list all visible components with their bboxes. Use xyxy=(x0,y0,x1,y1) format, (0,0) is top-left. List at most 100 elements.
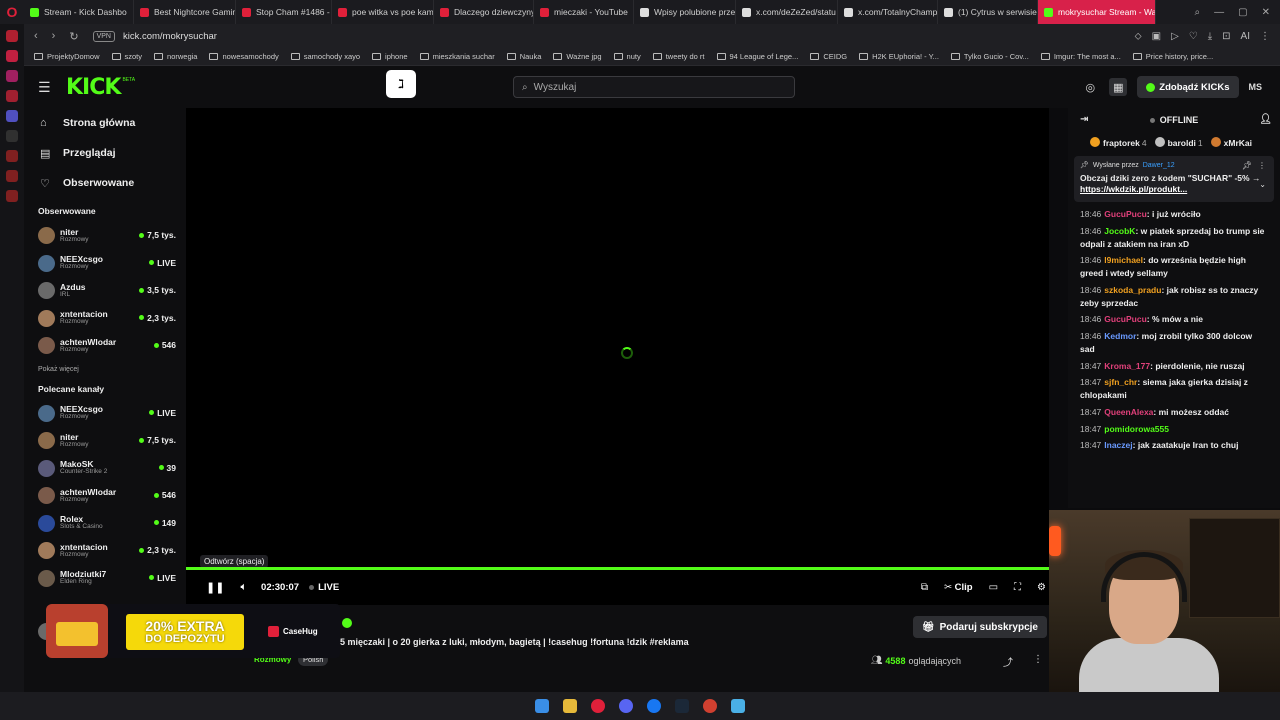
settings-icon[interactable]: ⚙ xyxy=(1037,582,1046,593)
message-user[interactable]: szkoda_pradu xyxy=(1104,285,1161,295)
channel-item[interactable]: niter Rozmowy 7,5 tys. xyxy=(24,222,186,250)
get-kicks-button[interactable]: Zdobądź KICKs xyxy=(1137,76,1239,98)
chevron-down-icon[interactable]: ⌄ xyxy=(1259,180,1266,189)
pause-button[interactable]: ❚❚ xyxy=(206,581,224,594)
pin-icon[interactable]: 📌︎ xyxy=(1242,161,1252,170)
kick-logo[interactable]: KICK xyxy=(66,75,121,100)
channel-item[interactable]: NEEXcsgo Rozmowy LIVE xyxy=(24,400,186,428)
download-icon[interactable]: ⤓ xyxy=(1208,31,1212,42)
vpn-badge[interactable]: VPN xyxy=(92,30,115,42)
extension-icon[interactable]: ℷ xyxy=(386,70,416,98)
browser-tab[interactable]: poe witka vs poe kam xyxy=(332,0,434,24)
message-user[interactable]: JocobK xyxy=(1104,226,1135,236)
discord-app-icon[interactable] xyxy=(619,699,633,713)
instagram-icon[interactable] xyxy=(6,70,18,82)
steam-app-icon[interactable] xyxy=(675,699,689,713)
browser-tab[interactable]: (1) Cytrus w serwisie xyxy=(938,0,1038,24)
message-user[interactable]: Kedmor xyxy=(1104,331,1136,341)
gift-subscriptions-button[interactable]: 🎁︎ Podaruj subskrypcje xyxy=(912,616,1047,638)
forward-icon[interactable]: › xyxy=(52,30,56,42)
telegram-icon[interactable] xyxy=(6,90,18,102)
video-player[interactable]: Odtwórz (spacja) ❚❚ 🔈︎ 02:30:07 LIVE ⧉ ✂… xyxy=(186,108,1049,605)
facebook-app-icon[interactable] xyxy=(647,699,661,713)
discord-icon[interactable] xyxy=(6,110,18,122)
bookmark-item[interactable]: iphone xyxy=(372,52,408,61)
maximize-icon[interactable]: ▢ xyxy=(1238,7,1247,18)
browser-tab[interactable]: Dlaczego dziewczyny xyxy=(434,0,534,24)
bookmark-item[interactable]: Tylko Gucio - Cov... xyxy=(950,52,1029,61)
messenger-icon[interactable] xyxy=(6,30,18,42)
channel-item[interactable]: xntentacion Rozmowy 2,3 tys. xyxy=(24,537,186,565)
heart-icon[interactable]: ♡ xyxy=(1189,31,1198,42)
channel-item[interactable]: achtenWlodar Rozmowy 546 xyxy=(24,482,186,510)
casehug-ad-banner[interactable]: 20% EXTRA DO DEPOZYTU CaseHug xyxy=(46,604,352,658)
channel-item[interactable]: xntentacion Rozmowy 2,3 tys. xyxy=(24,305,186,333)
leaderboard-entry[interactable]: xMrKai xyxy=(1210,136,1254,148)
message-user[interactable]: QueenAlexa xyxy=(1104,407,1153,417)
more-options-icon[interactable]: ⋮ xyxy=(1033,654,1043,665)
bookmark-item[interactable]: norwegia xyxy=(154,52,197,61)
message-user[interactable]: Inaczej xyxy=(1104,440,1132,450)
theater-mode-icon[interactable]: ▭ xyxy=(989,582,998,593)
ai-button[interactable]: AI xyxy=(1241,31,1250,42)
browser-tab[interactable]: Stream - Kick Dashbo xyxy=(24,0,134,24)
fullscreen-icon[interactable]: ⛶ xyxy=(1014,582,1021,593)
search-input[interactable]: ⌕ Wyszukaj xyxy=(513,76,795,98)
browser-tab[interactable]: Best Nightcore Gamin xyxy=(134,0,236,24)
pinned-more-icon[interactable]: ⋮ xyxy=(1258,161,1266,170)
extension-icon[interactable]: ⬦ xyxy=(1135,31,1142,42)
back-icon[interactable]: ‹ xyxy=(34,30,38,42)
channel-item[interactable]: AzdusIRL3,5 tys. xyxy=(24,277,186,305)
history-icon[interactable] xyxy=(6,150,18,162)
bookmark-item[interactable]: Imgur: The most a... xyxy=(1040,52,1121,61)
collapse-chat-icon[interactable]: ⇥ xyxy=(1080,114,1088,125)
bookmark-item[interactable]: H2K EUphoria! - Y... xyxy=(859,52,939,61)
opera-logo-icon[interactable]: O xyxy=(0,0,24,24)
sidebar-nav-item[interactable]: ♡ Obserwowane xyxy=(24,168,186,198)
play-icon[interactable]: ▷ xyxy=(1171,31,1179,42)
channel-item[interactable]: niter Rozmowy 7,5 tys. xyxy=(24,427,186,455)
avatar[interactable]: MS xyxy=(1249,82,1263,92)
url-field[interactable]: kick.com/mokrysuchar xyxy=(123,31,217,42)
bookmark-item[interactable]: samochody xayo xyxy=(290,52,360,61)
bookmarks-icon[interactable] xyxy=(6,170,18,182)
pinned-link[interactable]: https://wkdzik.pl/produkt... xyxy=(1080,184,1187,194)
chrome-app-icon[interactable] xyxy=(703,699,717,713)
x-icon[interactable] xyxy=(6,130,18,142)
hamburger-menu-icon[interactable]: ☰ xyxy=(38,79,66,96)
reload-icon[interactable]: ↻ xyxy=(69,30,78,43)
wallet-icon[interactable]: ⊡ xyxy=(1222,31,1230,42)
snapshot-icon[interactable]: ▣ xyxy=(1152,31,1161,42)
message-user[interactable]: sjfn_chr xyxy=(1104,377,1137,387)
notepad-app-icon[interactable] xyxy=(731,699,745,713)
channel-item[interactable]: achtenWlodar Rozmowy 546 xyxy=(24,332,186,360)
bookmark-item[interactable]: mieszkania suchar xyxy=(419,52,495,61)
bookmark-item[interactable]: szoty xyxy=(111,52,142,61)
volume-icon[interactable]: 🔈︎ xyxy=(240,581,247,594)
picture-in-picture-icon[interactable]: ⧉ xyxy=(921,582,928,593)
message-user[interactable]: Kroma_177 xyxy=(1104,361,1150,371)
browser-tab[interactable]: x.com/deZeZed/statu xyxy=(736,0,838,24)
browser-tab[interactable]: Wpisy polubione prze xyxy=(634,0,736,24)
file-explorer-icon[interactable] xyxy=(563,699,577,713)
bookmark-item[interactable]: Nauka xyxy=(506,52,541,61)
menu-icon[interactable]: ⋮ xyxy=(1260,31,1270,42)
minimize-icon[interactable]: — xyxy=(1214,7,1224,18)
settings-icon[interactable] xyxy=(6,190,18,202)
browser-tab[interactable]: x.com/TotalnyChamp xyxy=(838,0,938,24)
channel-item[interactable]: Mlodziutki7 Elden Ring LIVE xyxy=(24,565,186,593)
bookmark-item[interactable]: nuty xyxy=(613,52,641,61)
sidebar-nav-item[interactable]: ⌂ Strona główna xyxy=(24,108,186,138)
share-icon[interactable]: ⤴ xyxy=(1003,654,1013,669)
bookmark-item[interactable]: Price history, price... xyxy=(1132,52,1213,61)
live-indicator[interactable]: LIVE xyxy=(309,582,339,593)
opera-browser-icon[interactable] xyxy=(591,699,605,713)
close-icon[interactable]: ✕ xyxy=(1262,7,1270,18)
bookmark-item[interactable]: Ważne jpg xyxy=(553,52,602,61)
chat-users-icon[interactable]: 👤︎ xyxy=(1259,114,1272,125)
leaderboard-entry[interactable]: fraptorek 4 xyxy=(1090,136,1147,148)
panel-icon[interactable]: ▦ xyxy=(1109,78,1128,96)
leaderboard-entry[interactable]: baroldi 1 xyxy=(1154,136,1203,148)
show-more-link[interactable]: Pokaż więcej xyxy=(24,360,186,380)
message-user[interactable]: l9michael xyxy=(1104,255,1143,265)
